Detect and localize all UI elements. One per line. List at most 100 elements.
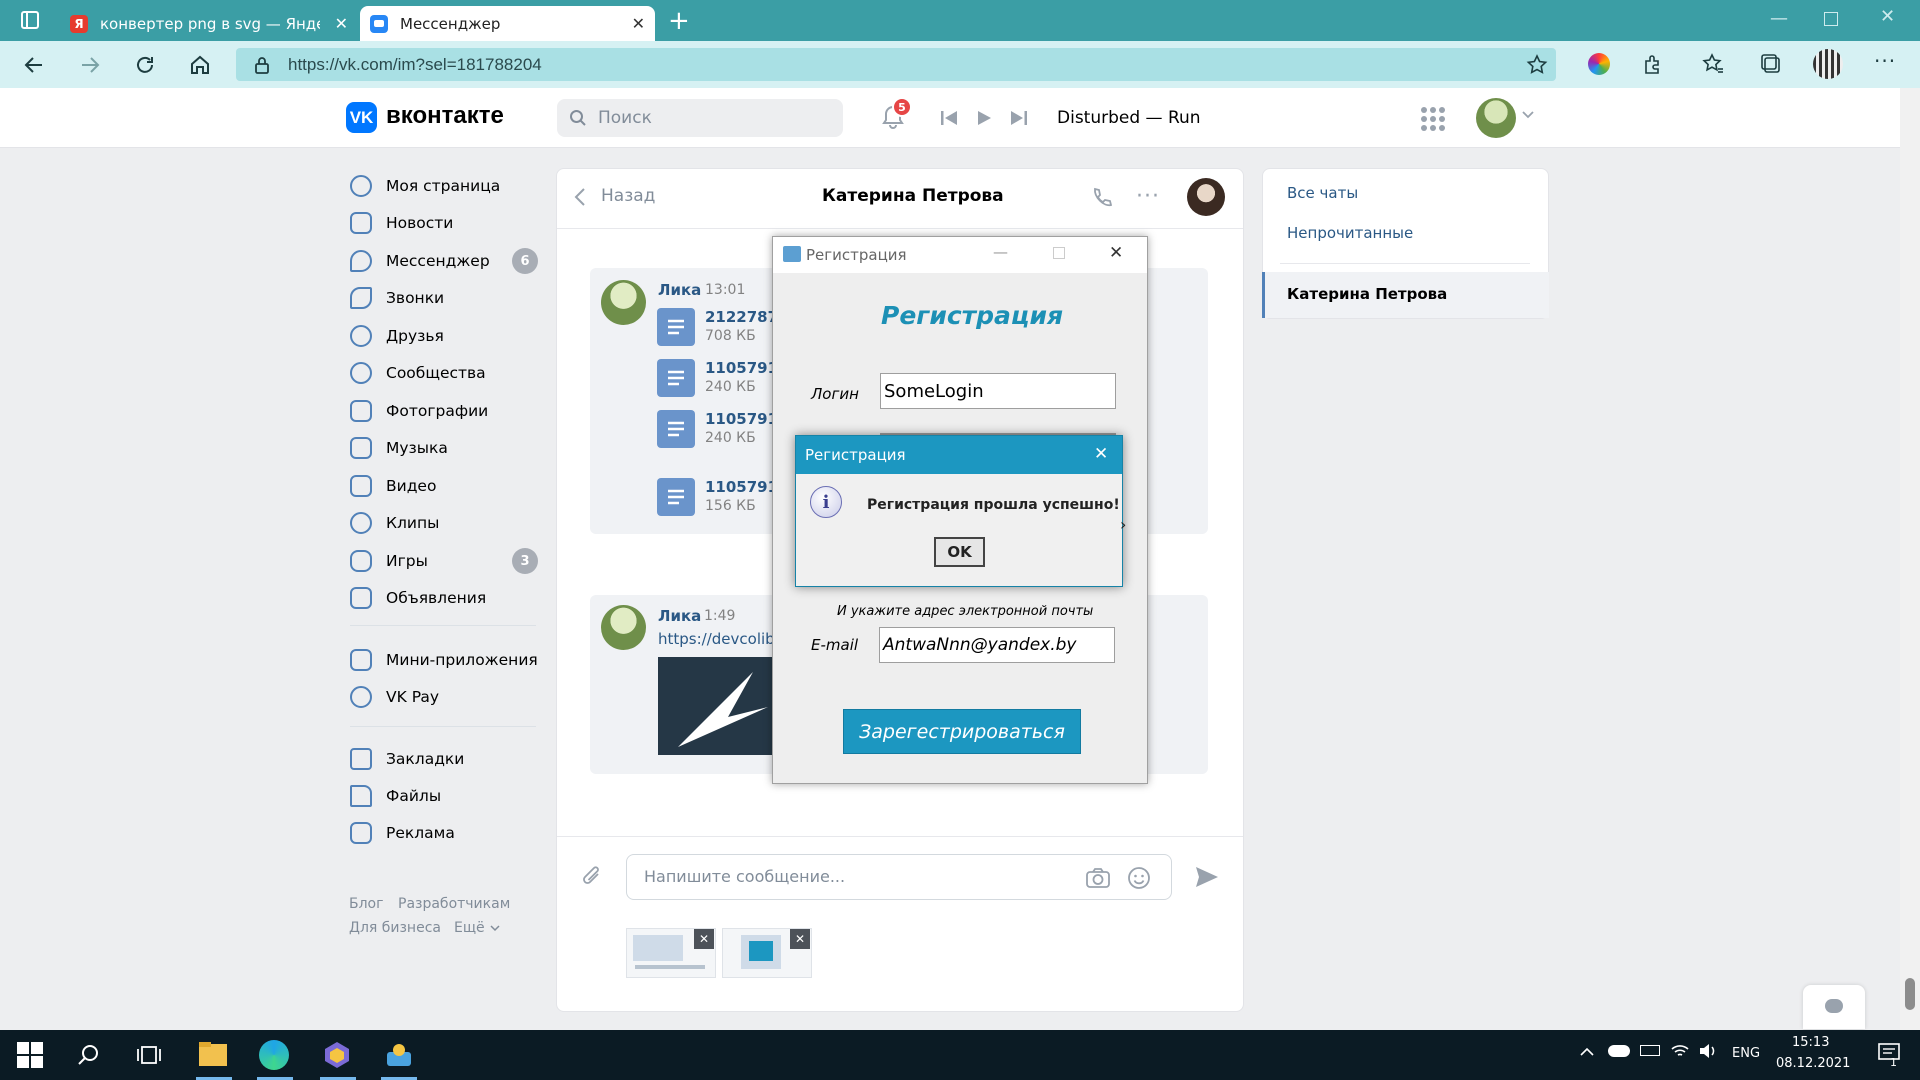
input-language[interactable]: ENG (1732, 1046, 1760, 1061)
document-icon[interactable] (657, 359, 695, 397)
page-scrollbar[interactable] (1900, 88, 1920, 1030)
active-chat-item[interactable]: Катерина Петрова (1262, 272, 1549, 318)
services-grid-icon[interactable] (1420, 106, 1446, 132)
java-app-icon[interactable] (384, 1040, 414, 1070)
nav-clips[interactable]: Клипы (350, 508, 439, 538)
chat-contact-name[interactable]: Катерина Петрова (822, 186, 1004, 206)
ok-button[interactable]: OK (934, 537, 985, 567)
remove-attachment-icon[interactable]: ✕ (790, 929, 810, 949)
message-time[interactable]: 1:49 (704, 608, 735, 624)
send-icon[interactable] (1194, 864, 1220, 890)
close-tab-icon[interactable]: ✕ (335, 14, 348, 33)
author-avatar[interactable] (601, 280, 646, 325)
camera-icon[interactable] (1085, 866, 1111, 890)
dialog-titlebar[interactable]: Регистрация ✕ (796, 436, 1122, 474)
nav-news[interactable]: Новости (350, 208, 453, 238)
attach-icon[interactable] (580, 864, 604, 890)
volume-icon[interactable] (1698, 1043, 1718, 1059)
nav-calls[interactable]: Звонки (350, 283, 444, 313)
nav-advertising[interactable]: Реклама (350, 818, 455, 848)
nav-bookmarks[interactable]: Закладки (350, 744, 464, 774)
nav-video[interactable]: Видео (350, 471, 436, 501)
message-time[interactable]: 13:01 (705, 282, 745, 298)
footer-link-more[interactable]: Ещё (454, 920, 485, 936)
message-author[interactable]: Лика (658, 607, 701, 625)
clock-time[interactable]: 15:13 (1792, 1035, 1829, 1050)
maximize-icon[interactable] (1824, 12, 1838, 26)
more-options-icon[interactable]: ··· (1136, 184, 1160, 209)
register-button[interactable]: Зарегестрироваться (843, 709, 1081, 754)
new-tab-icon[interactable]: + (668, 6, 690, 36)
emoji-icon[interactable] (1127, 866, 1151, 890)
close-window-icon[interactable]: ✕ (1880, 6, 1895, 27)
nav-vk-pay[interactable]: VK Pay (350, 682, 439, 712)
back-button[interactable]: Назад (601, 186, 655, 206)
message-input[interactable]: Напишите сообщение... (626, 854, 1172, 900)
edge-browser-icon[interactable] (259, 1040, 289, 1070)
file-explorer-icon[interactable] (198, 1040, 228, 1070)
nav-music[interactable]: Музыка (350, 433, 448, 463)
filter-all-chats[interactable]: Все чаты (1287, 184, 1358, 202)
contact-avatar[interactable] (1187, 178, 1225, 216)
back-chevron-icon[interactable] (573, 186, 587, 208)
chat-widget-button[interactable] (1803, 985, 1865, 1029)
filter-unread[interactable]: Непрочитанные (1287, 224, 1413, 242)
url-field[interactable]: https://vk.com/im?sel=181788204 (236, 48, 1556, 81)
lock-icon[interactable] (254, 56, 270, 74)
notifications-bell-icon[interactable]: 5 (880, 97, 912, 130)
vk-logo-text[interactable]: вконтакте (386, 102, 504, 130)
clock-date[interactable]: 08.12.2021 (1776, 1056, 1850, 1071)
scrollbar-thumb[interactable] (1905, 978, 1915, 1010)
vk-logo-icon[interactable]: VK (346, 102, 377, 133)
nav-my-page[interactable]: Моя страница (350, 171, 500, 201)
search-icon[interactable] (76, 1042, 106, 1072)
extensions-icon[interactable] (1642, 53, 1664, 75)
nav-files[interactable]: Файлы (350, 781, 441, 811)
nav-mini-apps[interactable]: Мини-приложения (350, 645, 538, 675)
wifi-icon[interactable] (1670, 1043, 1690, 1059)
forward-icon[interactable] (78, 53, 102, 77)
task-view-icon[interactable] (136, 1042, 166, 1072)
favorites-icon[interactable] (1702, 53, 1724, 75)
nav-games[interactable]: Игры (350, 546, 428, 576)
dev-tool-icon[interactable] (322, 1040, 352, 1070)
nav-friends[interactable]: Друзья (350, 321, 444, 351)
onedrive-cloud-icon[interactable] (1608, 1045, 1630, 1057)
tab-actions-icon[interactable] (20, 10, 40, 30)
document-icon[interactable] (657, 410, 695, 448)
user-avatar[interactable] (1476, 98, 1516, 138)
tray-chevron-up-icon[interactable] (1580, 1047, 1594, 1057)
prev-track-icon[interactable] (940, 109, 958, 127)
next-track-icon[interactable] (1010, 109, 1028, 127)
tab-messenger[interactable]: Мессенджер ✕ (360, 6, 655, 41)
collections-icon[interactable] (1760, 53, 1782, 75)
add-favorite-icon[interactable] (1526, 54, 1548, 76)
footer-link-blog[interactable]: Блог (349, 896, 383, 912)
chevron-down-icon[interactable] (490, 925, 500, 933)
document-icon[interactable] (657, 478, 695, 516)
now-playing-track[interactable]: Disturbed — Run (1057, 108, 1201, 128)
nav-groups[interactable]: Сообщества (350, 358, 486, 388)
profile-avatar-icon[interactable] (1813, 49, 1843, 79)
close-tab-icon[interactable]: ✕ (632, 14, 645, 33)
footer-link-business[interactable]: Для бизнеса (349, 920, 441, 936)
close-icon[interactable]: ✕ (1094, 444, 1108, 464)
search-input[interactable]: Поиск (557, 99, 843, 137)
chevron-down-icon[interactable] (1522, 110, 1534, 120)
nav-photos[interactable]: Фотографии (350, 396, 488, 426)
minimize-icon[interactable]: — (1770, 8, 1788, 29)
more-menu-icon[interactable]: ··· (1874, 49, 1896, 73)
windows-start-icon[interactable] (17, 1042, 47, 1072)
login-input[interactable]: SomeLogin (880, 373, 1116, 409)
document-icon[interactable] (657, 308, 695, 346)
nav-messenger[interactable]: Мессенджер (350, 246, 490, 276)
registration-window-titlebar[interactable]: Регистрация — ✕ (773, 237, 1147, 273)
back-icon[interactable] (22, 53, 46, 77)
remove-attachment-icon[interactable]: ✕ (694, 929, 714, 949)
reload-icon[interactable] (133, 53, 157, 77)
message-author[interactable]: Лика (658, 281, 701, 299)
play-icon[interactable] (975, 109, 993, 127)
call-icon[interactable] (1090, 186, 1114, 210)
message-link[interactable]: https://devcolib (658, 630, 775, 648)
email-input[interactable]: AntwaNnn@yandex.by (879, 627, 1115, 663)
